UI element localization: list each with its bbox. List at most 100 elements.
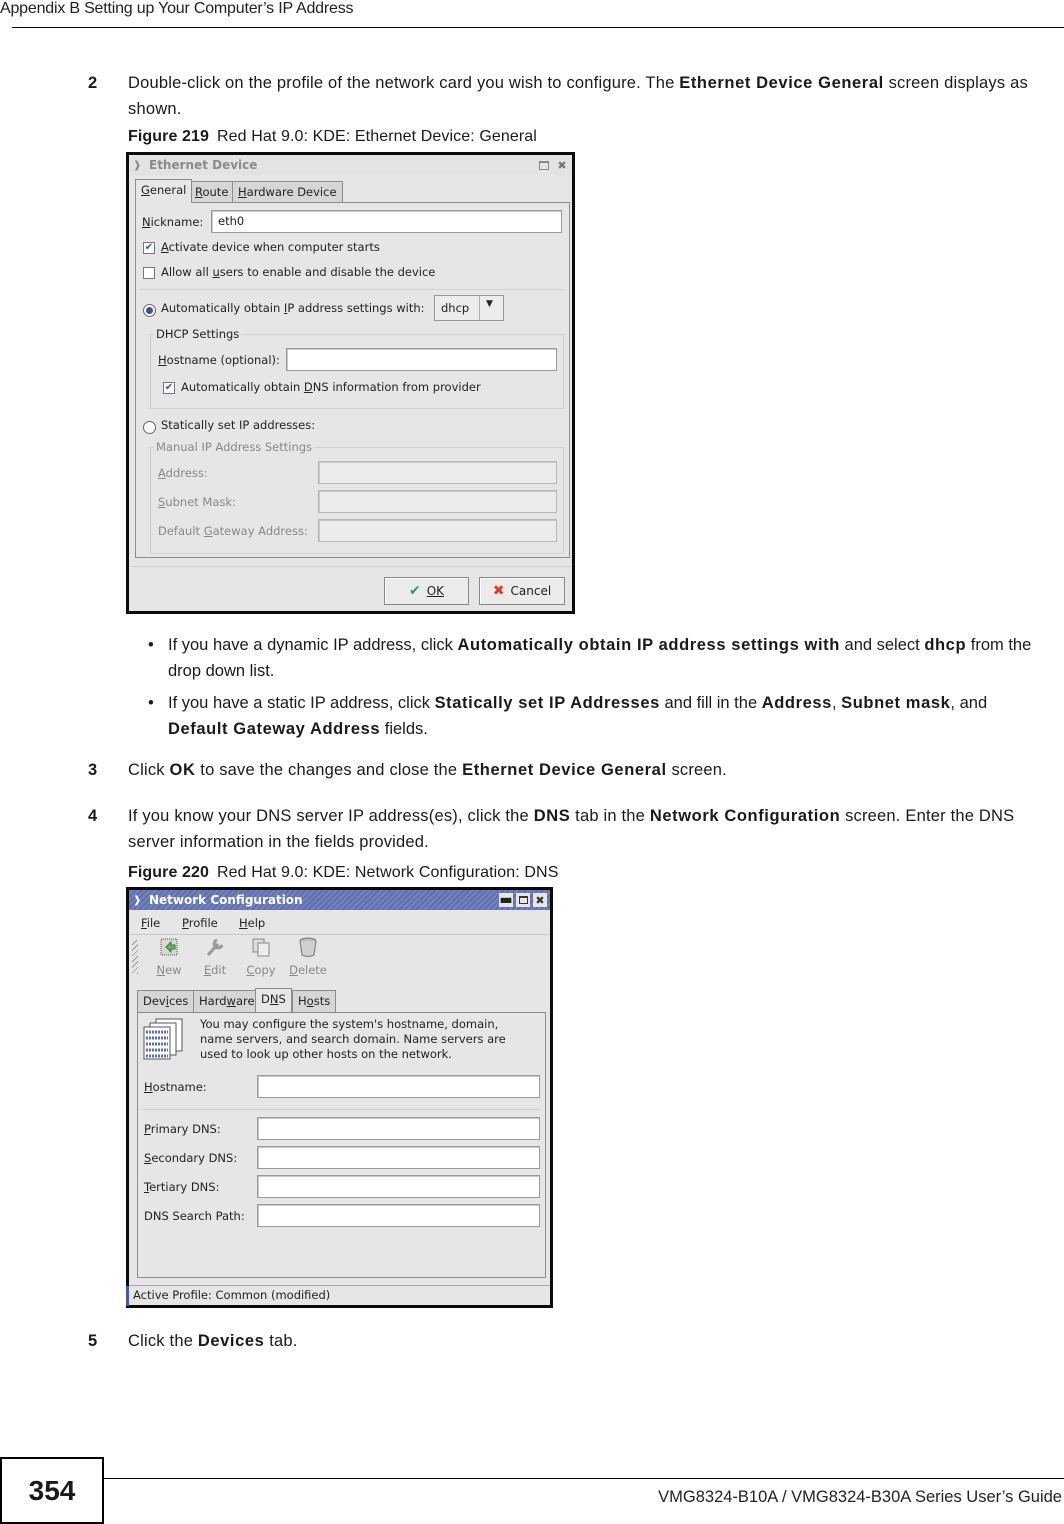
static-ip-label: Statically set IP addresses: — [161, 418, 316, 432]
window-title: Network Configuration — [149, 893, 303, 907]
dhcp-settings-label: DHCP Settings — [154, 327, 242, 341]
hostname-optional-input[interactable] — [286, 348, 557, 371]
footer-rule — [103, 1478, 1064, 1479]
menu-file[interactable]: File — [141, 916, 160, 930]
x-icon: ✖ — [492, 583, 505, 599]
toolbar-label: Copy — [246, 963, 276, 977]
ip-method-dropdown[interactable]: dhcp ▼ — [434, 295, 504, 321]
menu-profile[interactable]: Profile — [182, 916, 218, 930]
dns-description: You may configure the system's hostname,… — [200, 1017, 506, 1061]
window-menu-chevron-icon[interactable]: ❱ — [133, 160, 145, 171]
network-configuration-window: ❱ Network Configuration ▬ ✖ File Profile… — [126, 887, 553, 1308]
step-2: 2 Double-click on the profile of the net… — [88, 70, 1048, 122]
step-number: 5 — [88, 1332, 98, 1350]
bullet-dot: • — [148, 636, 154, 654]
tab-devices[interactable]: Devices — [137, 990, 195, 1012]
window-menu-chevron-icon[interactable]: ❱ — [133, 895, 145, 906]
close-icon[interactable]: ✖ — [555, 158, 569, 172]
tab-general[interactable]: General — [135, 179, 193, 203]
new-icon — [160, 938, 178, 956]
toolbar-delete-button[interactable]: Delete — [285, 936, 331, 977]
primary-dns-label: Primary DNS: — [144, 1122, 221, 1136]
bullet-dynamic-ip: • If you have a dynamic IP address, clic… — [148, 632, 1048, 684]
primary-dns-input[interactable] — [257, 1117, 540, 1140]
window-titlebar: ❱ Network Configuration ▬ ✖ — [129, 890, 550, 910]
manual-ip-label: Manual IP Address Settings — [154, 440, 315, 454]
step-number: 2 — [88, 74, 98, 92]
step-5: 5 Click the Devices tab. — [88, 1328, 1048, 1354]
separator — [131, 566, 571, 567]
dns-search-path-label: DNS Search Path: — [144, 1209, 245, 1223]
gateway-label: Default Gateway Address: — [158, 524, 308, 538]
copy-icon — [252, 938, 270, 957]
checkmark-icon: ✔ — [408, 583, 421, 599]
ok-button[interactable]: ✔ OK — [384, 577, 469, 605]
toolbar-grip[interactable] — [132, 940, 138, 974]
status-bar: Active Profile: Common (modified) — [126, 1285, 550, 1306]
close-icon[interactable]: ✖ — [533, 893, 547, 907]
cancel-button[interactable]: ✖ Cancel — [479, 577, 565, 605]
toolbar-label: Delete — [289, 963, 327, 977]
maximize-icon[interactable] — [539, 160, 549, 170]
menubar: File Profile Help — [129, 911, 550, 935]
minimize-icon[interactable]: ▬ — [499, 893, 513, 907]
tab-hosts[interactable]: Hosts — [292, 990, 337, 1012]
tab-hardware-device[interactable]: Hardware Device — [232, 181, 343, 202]
bullet-dot: • — [148, 694, 154, 712]
hostname-input[interactable] — [257, 1075, 540, 1098]
auto-ip-radio[interactable] — [143, 304, 156, 317]
activate-on-start-checkbox[interactable]: ✔ — [143, 242, 155, 254]
dialog-title: Ethernet Device — [149, 158, 258, 172]
auto-dns-checkbox[interactable]: ✔ — [163, 382, 175, 394]
toolbar-label: Edit — [203, 963, 227, 977]
figure-title: Red Hat 9.0: KDE: Network Configuration:… — [217, 864, 559, 881]
static-ip-radio[interactable] — [143, 421, 156, 434]
dns-hosts-icon — [143, 1018, 183, 1060]
secondary-dns-input[interactable] — [257, 1146, 540, 1169]
tab-route[interactable]: Route — [189, 181, 235, 202]
dns-tab-panel: You may configure the system's hostname,… — [137, 1012, 546, 1278]
gateway-input[interactable] — [318, 519, 557, 542]
ethernet-device-dialog: ❱ Ethernet Device ✖ General Route Hardwa… — [126, 152, 575, 614]
hostname-optional-label: Hostname (optional): — [158, 353, 280, 367]
auto-dns-label: Automatically obtain DNS information fro… — [181, 380, 481, 394]
toolbar-copy-button[interactable]: Copy — [238, 936, 284, 977]
toolbar-label: New — [156, 963, 182, 977]
step-number: 3 — [88, 761, 98, 779]
general-tab-panel: Nickname: eth0 ✔ Activate device when co… — [135, 202, 570, 558]
nickname-input[interactable]: eth0 — [211, 210, 562, 233]
chevron-down-icon: ▼ — [486, 299, 493, 309]
step-3: 3 Click OK to save the changes and close… — [88, 757, 1048, 783]
auto-ip-label: Automatically obtain IP address settings… — [161, 301, 425, 315]
separator — [142, 1109, 540, 1110]
step-text: If you know your DNS server IP address(e… — [128, 807, 1015, 851]
trash-icon — [299, 937, 317, 957]
figure-number: Figure 219 — [128, 128, 210, 145]
header-rule — [12, 27, 1064, 28]
allow-users-label: Allow all users to enable and disable th… — [161, 265, 436, 279]
bullet-static-ip: • If you have a static IP address, click… — [148, 690, 1048, 742]
step-text: Click the Devices tab. — [128, 1332, 298, 1350]
toolbar: New Edit Copy Delete — [129, 936, 550, 984]
toolbar-new-button[interactable]: New — [146, 936, 192, 977]
subnet-mask-input[interactable] — [318, 490, 557, 513]
step-text: Double-click on the profile of the netwo… — [128, 74, 1028, 118]
footer-title: VMG8324-B10A / VMG8324-B30A Series User’… — [658, 1488, 1062, 1506]
address-input[interactable] — [318, 461, 557, 484]
dns-search-path-input[interactable] — [257, 1204, 540, 1227]
hostname-label: Hostname: — [144, 1080, 207, 1094]
allow-users-checkbox[interactable] — [143, 267, 155, 279]
tab-dns[interactable]: DNS — [255, 988, 292, 1012]
activate-on-start-label: Activate device when computer starts — [161, 240, 380, 254]
maximize-icon[interactable] — [516, 893, 530, 907]
tertiary-dns-input[interactable] — [257, 1175, 540, 1198]
menu-help[interactable]: Help — [239, 916, 265, 930]
secondary-dns-label: Secondary DNS: — [144, 1151, 238, 1165]
step-4: 4 If you know your DNS server IP address… — [88, 803, 1048, 855]
figure-219-caption: Figure 219 Red Hat 9.0: KDE: Ethernet Dev… — [128, 128, 537, 146]
toolbar-edit-button[interactable]: Edit — [192, 936, 238, 977]
nickname-label: Nickname: — [142, 215, 204, 229]
tab-hardware[interactable]: Hardware — [193, 990, 261, 1012]
figure-title: Red Hat 9.0: KDE: Ethernet Device: Gener… — [217, 128, 537, 145]
address-label: Address: — [158, 466, 208, 480]
